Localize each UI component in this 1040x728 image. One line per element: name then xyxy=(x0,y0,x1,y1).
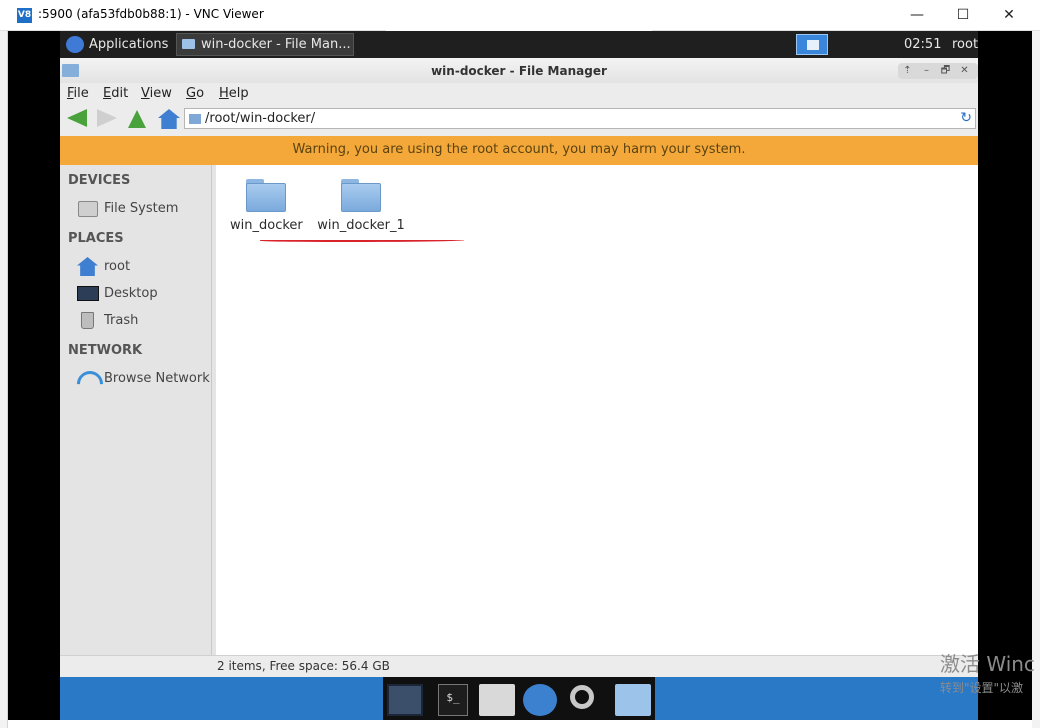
file-item-win-docker[interactable]: win_docker xyxy=(230,179,303,243)
maximize-button[interactable]: ☐ xyxy=(940,0,986,31)
terminal-icon[interactable]: $_ xyxy=(438,684,468,716)
folder-icon xyxy=(807,40,819,50)
folder-icon xyxy=(341,179,381,212)
file-manager-icon[interactable] xyxy=(615,684,651,716)
folder-icon xyxy=(246,179,286,212)
menu-help[interactable]: Help xyxy=(219,86,249,101)
search-icon[interactable] xyxy=(570,685,594,709)
location-path: /root/win-docker/ xyxy=(205,111,316,126)
back-arrow-icon[interactable] xyxy=(67,109,87,127)
minimize-button[interactable]: — xyxy=(894,0,940,31)
windows-activation-watermark: 激活 Winc 转到"设置"以激 xyxy=(940,648,1035,696)
fm-close-button[interactable]: ✕ xyxy=(955,63,974,79)
home-folder-icon[interactable] xyxy=(479,684,515,716)
file-name: win_docker xyxy=(230,218,303,233)
web-browser-icon[interactable] xyxy=(523,684,557,716)
menu-view[interactable]: View xyxy=(141,86,172,101)
taskbar-window-button[interactable]: win-docker - File Man... xyxy=(176,33,354,56)
taskbar-window-label: win-docker - File Man... xyxy=(201,37,351,52)
fm-window-title: win-docker - File Manager xyxy=(431,64,607,78)
file-item-win-docker-1[interactable]: win_docker_1 xyxy=(316,179,406,243)
forward-arrow-icon[interactable] xyxy=(97,109,117,127)
sidebar-item-desktop[interactable]: Desktop xyxy=(76,283,212,305)
sidebar-item-label: root xyxy=(104,259,131,274)
applications-menu[interactable]: Applications xyxy=(63,33,168,56)
activation-line2: 转到"设置"以激 xyxy=(940,681,1024,695)
sidebar-item-root[interactable]: root xyxy=(76,256,212,278)
sidebar-head-network: NETWORK xyxy=(68,343,143,358)
remote-clipboard-gap xyxy=(386,18,652,31)
panel-user[interactable]: root xyxy=(952,31,978,58)
statusbar: 2 items, Free space: 56.4 GB xyxy=(60,655,978,677)
fm-window-controls: ⇡ – 🗗 ✕ xyxy=(898,63,978,79)
menubar: File Edit View Go Help xyxy=(60,83,978,105)
bottom-strip xyxy=(8,720,1032,728)
desktop-icon xyxy=(77,286,99,301)
background-window-strip xyxy=(0,31,8,728)
sidebar-head-places: PLACES xyxy=(68,231,124,246)
dock: $_ xyxy=(383,677,655,720)
vnc-app-icon: V8 xyxy=(17,8,32,23)
sidebar-item-label: Trash xyxy=(104,313,139,328)
root-warning-bar: Warning, you are using the root account,… xyxy=(60,136,978,165)
wifi-icon xyxy=(77,371,99,387)
drive-icon xyxy=(78,201,98,217)
sidebar-head-devices: DEVICES xyxy=(68,173,131,188)
activation-line1: 激活 Winc xyxy=(940,652,1035,676)
xfce-top-panel: Applications win-docker - File Man... 02… xyxy=(60,31,978,58)
close-button[interactable]: ✕ xyxy=(986,0,1032,31)
menu-edit[interactable]: Edit xyxy=(103,86,128,101)
reload-icon[interactable]: ↻ xyxy=(960,109,972,128)
vnc-window-title: :5900 (afa53fdb0b88:1) - VNC Viewer xyxy=(38,7,264,21)
folder-icon xyxy=(189,114,201,124)
xfce-logo-icon xyxy=(66,36,84,53)
folder-icon xyxy=(182,39,195,49)
up-arrow-icon[interactable] xyxy=(128,110,146,128)
trash-icon xyxy=(81,312,94,329)
sidebar-item-label: Browse Network xyxy=(104,371,210,386)
sidebar: DEVICES File System PLACES root Desktop … xyxy=(60,165,212,655)
vnc-border-left xyxy=(8,31,60,728)
panel-clock[interactable]: 02:51 xyxy=(904,31,941,58)
sidebar-item-file-system[interactable]: File System xyxy=(76,198,212,220)
menu-go[interactable]: Go xyxy=(186,86,204,101)
location-bar[interactable]: /root/win-docker/ ↻ xyxy=(184,108,976,129)
toolbar: /root/win-docker/ ↻ xyxy=(60,106,978,132)
workspace-switcher[interactable] xyxy=(796,34,828,55)
fm-titlebar[interactable]: win-docker - File Manager ⇡ – 🗗 ✕ xyxy=(60,58,978,83)
sidebar-item-trash[interactable]: Trash xyxy=(76,310,212,332)
fm-maximize-button[interactable]: 🗗 xyxy=(936,63,955,79)
show-desktop-icon[interactable] xyxy=(387,684,423,716)
sidebar-item-label: File System xyxy=(104,201,179,216)
home-icon xyxy=(77,257,98,276)
fm-minimize-button[interactable]: – xyxy=(917,63,936,79)
applications-label: Applications xyxy=(89,37,169,52)
file-manager-window: win-docker - File Manager ⇡ – 🗗 ✕ File Edit… xyxy=(60,58,978,677)
file-name: win_docker_1 xyxy=(317,218,405,233)
shade-button[interactable]: ⇡ xyxy=(898,63,917,79)
background-window-strip-right xyxy=(1032,31,1040,728)
sidebar-item-browse-network[interactable]: Browse Network xyxy=(76,368,212,390)
menu-file[interactable]: File xyxy=(67,86,89,101)
sidebar-item-label: Desktop xyxy=(104,286,158,301)
home-icon[interactable] xyxy=(158,109,180,129)
vnc-border-right xyxy=(978,31,1032,728)
